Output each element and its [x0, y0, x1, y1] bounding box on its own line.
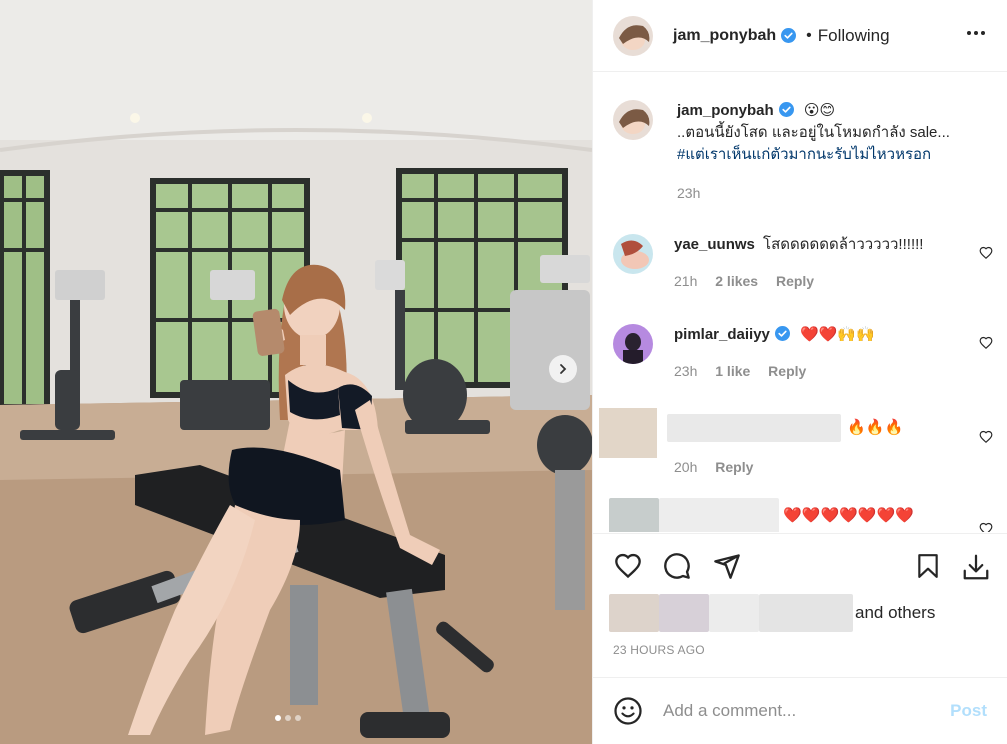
post-header: jam_ponybah • Following — [593, 0, 1007, 72]
comment-input[interactable] — [663, 701, 951, 721]
header-separator: • — [806, 26, 812, 44]
post-details-panel: jam_ponybah • Following jam_ponybah 😮😊 .… — [592, 0, 1007, 744]
post-comment-button[interactable]: Post — [950, 701, 987, 721]
comment-item: ❤️❤️❤️❤️❤️❤️❤️ — [609, 498, 993, 532]
redacted-likers — [709, 594, 759, 632]
share-icon[interactable] — [713, 552, 741, 580]
comment-text: ❤️❤️❤️❤️❤️❤️❤️ — [783, 506, 914, 524]
reply-button[interactable]: Reply — [768, 363, 806, 379]
following-button[interactable]: Following — [818, 26, 890, 46]
post-timestamp[interactable]: 23 HOURS AGO — [613, 643, 705, 657]
comment-item: pimlar_daiiyy ❤️❤️🙌🙌 23h 1 like Reply — [613, 324, 993, 382]
comment-icon[interactable] — [663, 552, 691, 580]
heart-icon[interactable] — [979, 522, 993, 532]
verified-icon — [781, 28, 797, 43]
caption-emoji: 😮😊 — [803, 102, 836, 119]
redacted-likers — [609, 594, 659, 632]
redacted-avatar — [609, 498, 659, 532]
caption: jam_ponybah 😮😊 ..ตอนนี้ยังโสด และอยู่ในโ… — [613, 100, 993, 204]
comment-item: yae_uunws โสดดดดดดล้าววววว!!!!!! 21h 2 l… — [613, 234, 993, 292]
carousel-dot — [295, 715, 301, 721]
carousel-dot — [285, 715, 291, 721]
comment-time[interactable]: 21h — [674, 273, 697, 289]
caption-hashtag[interactable]: #แต่เราเห็นแก่ตัวมากนะรับไม่ไหวหรอก — [677, 144, 950, 166]
commenter-avatar[interactable] — [613, 234, 653, 274]
caption-time[interactable]: 23h — [677, 185, 700, 201]
reply-button[interactable]: Reply — [776, 273, 814, 289]
action-bar — [593, 533, 1007, 603]
comment-text: ❤️❤️🙌🙌 — [800, 326, 875, 343]
caption-username[interactable]: jam_ponybah — [677, 102, 774, 119]
download-icon[interactable] — [961, 552, 991, 582]
heart-icon[interactable] — [979, 246, 993, 260]
verified-icon — [774, 326, 790, 341]
add-comment-bar: Post — [593, 677, 1007, 744]
heart-icon[interactable] — [979, 430, 993, 444]
verified-icon — [778, 102, 794, 117]
post-photo[interactable] — [0, 0, 592, 744]
caption-avatar[interactable] — [613, 100, 653, 140]
comment-username[interactable]: pimlar_daiiyy — [674, 326, 770, 343]
comment-text: 🔥🔥🔥 — [847, 418, 904, 436]
more-icon[interactable] — [965, 26, 987, 40]
author-username[interactable]: jam_ponybah — [673, 27, 776, 45]
emoji-icon[interactable] — [613, 696, 643, 726]
next-photo-button[interactable] — [549, 355, 577, 383]
carousel-indicator — [275, 715, 301, 721]
carousel-dot-active — [275, 715, 281, 721]
redacted-username — [659, 498, 779, 532]
author-avatar[interactable] — [613, 15, 653, 56]
redacted-likers — [659, 594, 709, 632]
likes-summary[interactable]: and others — [609, 594, 935, 632]
commenter-avatar[interactable] — [613, 324, 653, 364]
heart-icon[interactable] — [979, 336, 993, 350]
redacted-avatar — [599, 408, 657, 458]
bookmark-icon[interactable] — [915, 552, 941, 580]
comment-item: 🔥🔥🔥 20h Reply — [599, 408, 993, 478]
caption-text: ..ตอนนี้ยังโสด และอยู่ในโหมดกำลัง sale..… — [677, 124, 950, 141]
reply-button[interactable]: Reply — [715, 459, 753, 475]
likes-others-text[interactable]: and others — [855, 603, 935, 623]
comment-username[interactable]: yae_uunws — [674, 236, 755, 253]
comment-time[interactable]: 23h — [674, 363, 697, 379]
comment-likes[interactable]: 2 likes — [715, 273, 758, 289]
gym-photo-image — [0, 0, 592, 744]
redacted-likers — [759, 594, 853, 632]
comment-likes[interactable]: 1 like — [715, 363, 750, 379]
comment-time[interactable]: 20h — [674, 459, 697, 475]
comment-text: โสดดดดดดล้าววววว!!!!!! — [763, 236, 924, 253]
chevron-right-icon — [560, 364, 567, 374]
redacted-username — [667, 414, 841, 442]
comments-list: jam_ponybah 😮😊 ..ตอนนี้ยังโสด และอยู่ในโ… — [593, 72, 1007, 532]
heart-icon[interactable] — [613, 552, 643, 580]
